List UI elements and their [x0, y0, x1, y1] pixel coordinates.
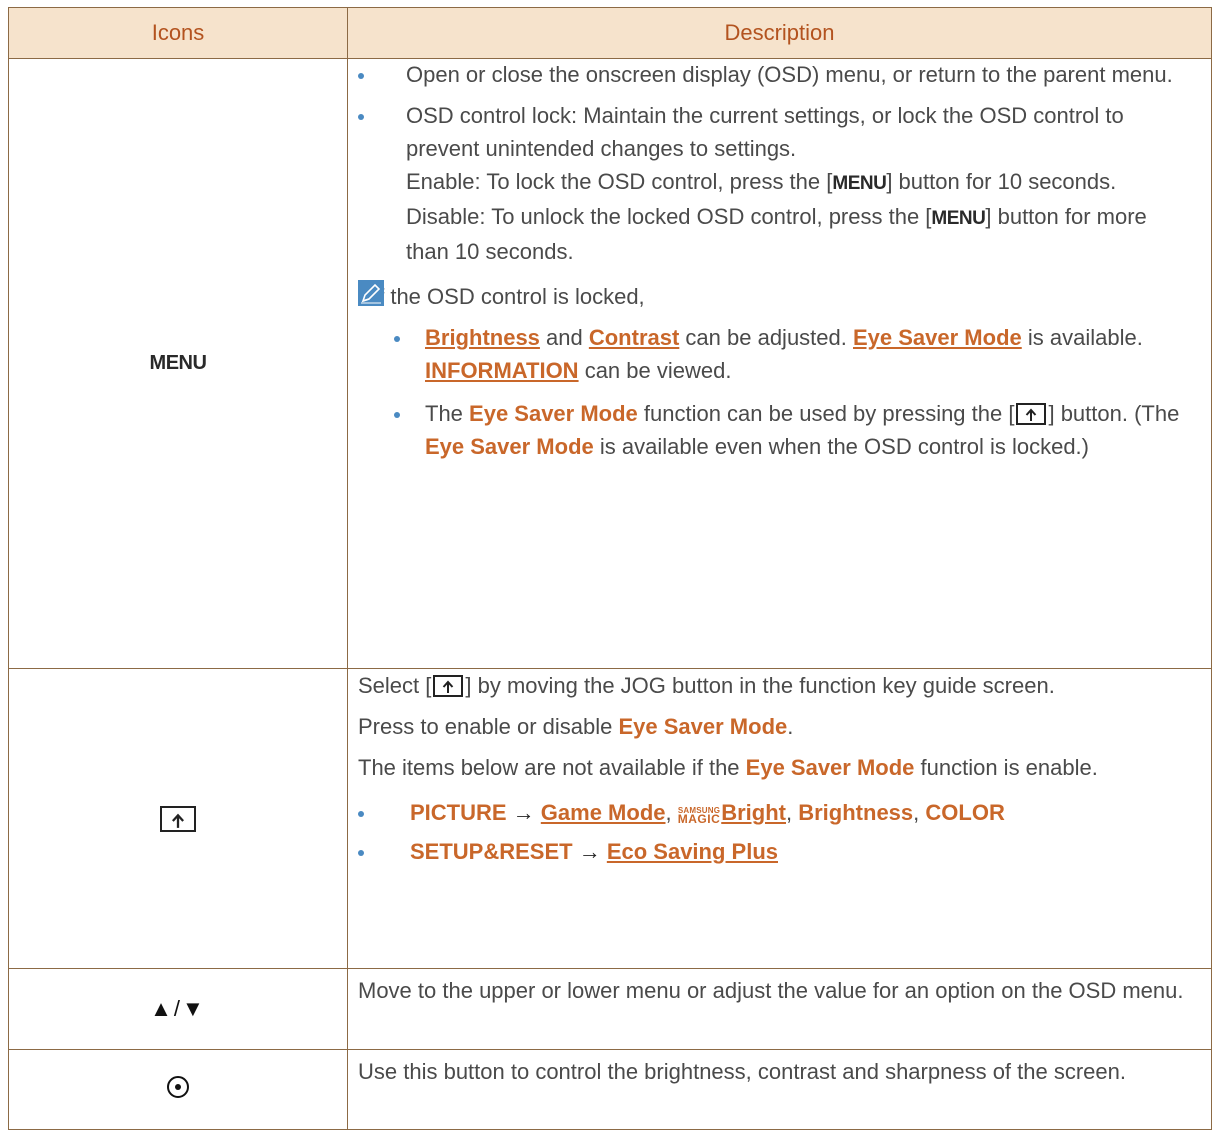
table-row-jog: Use this button to control the brightnes… — [8, 1049, 1212, 1130]
note-text: and — [539, 325, 589, 350]
eye-saver-key-icon — [1016, 403, 1047, 425]
unavailable-items-list: PICTURE → Game Mode, SAMSUNG MAGIC Bright,… — [348, 796, 1211, 868]
separator: , — [786, 800, 799, 825]
separator: , — [913, 800, 926, 825]
icon-cell-up-down: ▲/▼ — [8, 968, 348, 1050]
table-row-eye-saver: Select [ ] by moving the JOG button in th… — [8, 668, 1212, 969]
text-run: The items below are not available if the — [358, 755, 746, 780]
jog-button-icon — [167, 1076, 189, 1098]
description-cell-jog: Use this button to control the brightnes… — [347, 1049, 1212, 1130]
list-item: PICTURE → Game Mode, SAMSUNG MAGIC Bright,… — [348, 796, 1211, 829]
eye-saver-mode-label: Eye Saver Mode — [745, 755, 915, 780]
eye-saver-mode-label: Eye Saver Mode — [469, 401, 638, 426]
eye-saver-key-icon — [433, 675, 464, 697]
table-row-menu: MENU Open or close the onscreen display … — [8, 58, 1212, 669]
note-text: The — [425, 401, 470, 426]
magic-bright-link[interactable]: Bright — [721, 800, 786, 825]
enable-text: Enable: To lock the OSD control, press t… — [406, 169, 833, 194]
list-item: Open or close the onscreen display (OSD)… — [348, 58, 1211, 91]
up-down-description: Move to the upper or lower menu or adjus… — [358, 978, 1184, 1003]
note-text: can be viewed. — [578, 358, 732, 383]
information-link[interactable]: INFORMATION — [425, 358, 579, 383]
note-text: function can be used by pressing the [ — [637, 401, 1015, 426]
header-icons: Icons — [8, 7, 348, 59]
setup-reset-label: SETUP&RESET — [410, 839, 573, 864]
note-text: ] button. (The — [1048, 401, 1180, 426]
text-run: Select [ — [358, 673, 432, 698]
list-item: OSD control lock: Maintain the current s… — [348, 99, 1211, 268]
note-text: can be adjusted. — [679, 325, 853, 350]
bullet-icon — [358, 73, 364, 79]
icon-cell-jog — [8, 1049, 348, 1130]
text-run: ] by moving the JOG button in the functi… — [465, 673, 1055, 698]
eye-saver-mode-link[interactable]: Eye Saver Mode — [853, 325, 1022, 350]
disable-text: Disable: To unlock the locked OSD contro… — [406, 204, 932, 229]
menu-bullet-open-close: Open or close the onscreen display (OSD)… — [406, 62, 1173, 87]
header-description: Description — [347, 7, 1212, 59]
text-run: function is enable. — [914, 755, 1098, 780]
eye-saver-key-icon — [160, 805, 196, 832]
eye-saver-toggle-text: Press to enable or disable Eye Saver Mod… — [348, 710, 1211, 743]
menu-key-inline: MENU — [832, 173, 887, 194]
separator: , — [665, 800, 678, 825]
menu-bullet-list: Open or close the onscreen display (OSD)… — [348, 58, 1211, 268]
eye-saver-unavailable-text: The items below are not available if the… — [348, 751, 1211, 784]
note-text: is available even when the OSD control i… — [593, 434, 1089, 459]
text-run: . — [787, 714, 794, 739]
up-down-arrows-icon: ▲/▼ — [150, 996, 206, 1021]
description-cell-menu: Open or close the onscreen display (OSD)… — [347, 58, 1212, 669]
list-item: SETUP&RESET → Eco Saving Plus — [348, 835, 1211, 868]
table-header-row: Icons Description — [8, 7, 1212, 59]
list-item: The Eye Saver Mode function can be used … — [372, 397, 1197, 463]
bullet-icon — [394, 336, 400, 342]
contrast-link[interactable]: Contrast — [589, 325, 679, 350]
magic-text: MAGIC — [677, 812, 721, 826]
bullet-icon — [358, 114, 364, 120]
note-block: If the OSD control is locked, Brightness… — [348, 280, 1211, 463]
menu-key-inline: MENU — [931, 208, 986, 229]
brightness-link[interactable]: Brightness — [425, 325, 540, 350]
menu-key-label: MENU — [149, 352, 207, 374]
arrow-text: → — [572, 839, 607, 864]
menu-bullet-osd-lock: OSD control lock: Maintain the current s… — [406, 103, 1124, 161]
eye-saver-mode-label: Eye Saver Mode — [618, 714, 788, 739]
jog-description: Use this button to control the brightnes… — [358, 1059, 1126, 1084]
description-cell-eye-saver: Select [ ] by moving the JOG button in th… — [347, 668, 1212, 969]
table-row-up-down: ▲/▼ Move to the upper or lower menu or a… — [8, 968, 1212, 1050]
function-key-table: Icons Description MENU Open or close the… — [8, 7, 1212, 1130]
brightness-label: Brightness — [798, 800, 914, 825]
enable-text-end: ] button for 10 seconds. — [886, 169, 1117, 194]
icon-cell-menu: MENU — [8, 58, 348, 669]
note-intro: If the OSD control is locked, — [372, 284, 645, 309]
game-mode-link[interactable]: Game Mode — [541, 800, 666, 825]
arrow-text: → — [506, 800, 541, 825]
bullet-icon — [358, 850, 364, 856]
color-label: COLOR — [925, 800, 1005, 825]
text-run: Press to enable or disable — [358, 714, 619, 739]
samsung-magic-logo: SAMSUNG MAGIC — [677, 806, 721, 826]
icon-cell-eye-saver — [8, 668, 348, 969]
note-bullet-list: Brightness and Contrast can be adjusted.… — [372, 321, 1197, 463]
list-item: Brightness and Contrast can be adjusted.… — [372, 321, 1197, 387]
picture-menu-label: PICTURE — [410, 800, 507, 825]
note-pencil-icon — [358, 280, 384, 306]
note-text: is available. — [1021, 325, 1143, 350]
eye-saver-select-text: Select [ ] by moving the JOG button in th… — [348, 669, 1211, 702]
eye-saver-mode-label: Eye Saver Mode — [425, 434, 594, 459]
description-cell-up-down: Move to the upper or lower menu or adjus… — [347, 968, 1212, 1050]
bullet-icon — [358, 811, 364, 817]
bullet-icon — [394, 412, 400, 418]
eco-saving-plus-link[interactable]: Eco Saving Plus — [607, 839, 778, 864]
